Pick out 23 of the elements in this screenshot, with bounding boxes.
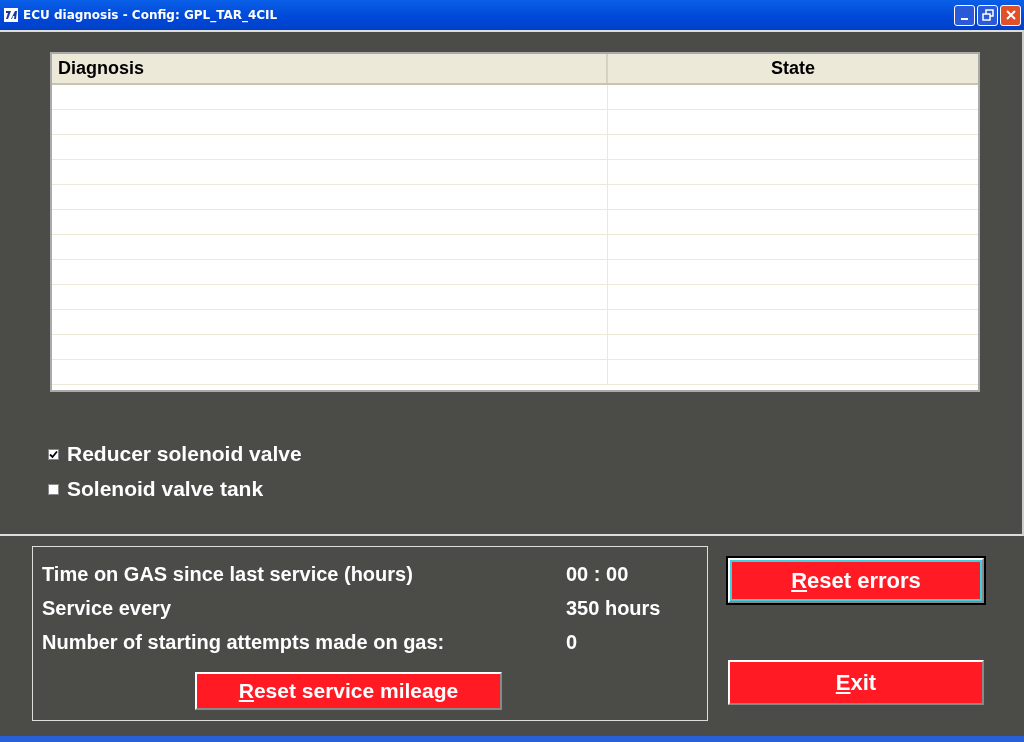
- checkbox[interactable]: [48, 448, 59, 460]
- service-value: 0: [566, 631, 578, 655]
- checkbox-option[interactable]: Reducer solenoid valve: [48, 442, 302, 466]
- column-header[interactable]: State: [608, 54, 978, 83]
- service-value: 00 : 00: [566, 562, 629, 586]
- column-header[interactable]: Diagnosis: [52, 54, 608, 83]
- restore-icon: [981, 9, 994, 21]
- service-label: Time on GAS since last service (hours): [42, 562, 414, 586]
- reset-service-button[interactable]: Reset service mileage: [195, 671, 502, 710]
- restore-button[interactable]: [977, 4, 998, 26]
- checkbox-option[interactable]: Solenoid valve tank: [48, 477, 264, 501]
- service-label: Service every: [42, 596, 172, 620]
- service-label: Number of starting attempts made on gas:: [42, 631, 446, 655]
- checkbox[interactable]: [48, 483, 59, 495]
- minimize-button[interactable]: [954, 4, 975, 26]
- service-value: 350 hours: [566, 596, 661, 620]
- minimize-icon: [961, 18, 968, 20]
- app-logo-icon: [4, 8, 18, 22]
- close-button[interactable]: [1000, 4, 1021, 26]
- action-button[interactable]: Reset errors: [728, 558, 984, 603]
- action-button[interactable]: Exit: [728, 660, 984, 705]
- close-icon: [1004, 9, 1017, 21]
- window-title: ECU diagnosis - Config: GPL_TAR_4CIL: [23, 8, 279, 22]
